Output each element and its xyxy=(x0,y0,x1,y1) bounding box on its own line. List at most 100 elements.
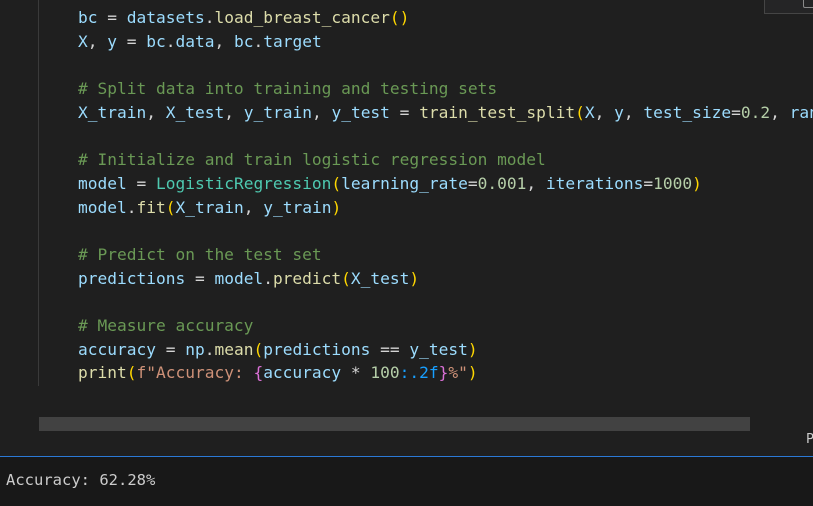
code-token: 100 xyxy=(370,363,400,383)
code-line-assign-xy[interactable]: X, y = bc.data, bc.target xyxy=(78,30,813,54)
code-token: , xyxy=(87,31,108,51)
code-line-comment-split[interactable]: # Split data into training and testing s… xyxy=(78,77,813,101)
code-token: = xyxy=(126,173,156,193)
code-line-predictions[interactable]: predictions = model.predict(X_test) xyxy=(78,267,813,291)
code-token: test_size xyxy=(643,102,732,122)
code-token: y xyxy=(107,31,117,51)
code-token: f"Accuracy: xyxy=(136,363,254,383)
code-token: y_test xyxy=(409,339,468,359)
indent-guide xyxy=(38,0,39,386)
code-token: , xyxy=(224,102,244,122)
code-line-comment-predict[interactable]: # Predict on the test set xyxy=(78,243,813,267)
code-token: . xyxy=(263,268,273,288)
code-token: y_train xyxy=(243,102,312,122)
code-token: bc xyxy=(233,31,254,51)
code-token: model xyxy=(214,268,264,288)
code-line-model-init[interactable]: model = LogisticRegression(learning_rate… xyxy=(78,172,813,196)
code-token: datasets xyxy=(126,8,205,27)
code-token: y xyxy=(614,102,624,122)
code-token: train_test_split xyxy=(419,102,576,122)
code-token: = xyxy=(185,268,215,288)
code-token: . xyxy=(204,339,215,359)
code-token: == xyxy=(370,339,410,359)
code-token: # Split data into training and testing s… xyxy=(78,79,498,99)
code-token: # Measure accuracy xyxy=(78,315,254,335)
code-line-load-dataset[interactable]: bc = datasets.load_breast_cancer() xyxy=(78,6,813,30)
horizontal-scrollbar[interactable] xyxy=(39,417,750,431)
output-text: Accuracy: 62.28% xyxy=(6,471,156,489)
code-token: accuracy xyxy=(78,339,156,359)
code-editor[interactable]: bc = datasets.load_breast_cancer() X, y =… xyxy=(0,0,813,456)
code-token: = xyxy=(97,8,127,27)
code-token: X xyxy=(584,102,595,122)
code-token: , xyxy=(243,197,264,217)
code-token: ) xyxy=(467,339,478,359)
code-token: LogisticRegression xyxy=(155,173,332,193)
code-line-blank-1[interactable] xyxy=(78,53,813,77)
side-panel-letter: P xyxy=(806,432,813,447)
code-token: data xyxy=(175,31,215,51)
code-line-print[interactable]: print(f"Accuracy: {accuracy * 100:.2f}%"… xyxy=(78,361,813,385)
code-token: . xyxy=(204,8,215,27)
code-token: X xyxy=(78,31,88,51)
code-token: %" xyxy=(448,363,468,383)
code-token: , xyxy=(526,173,546,193)
code-token: y_train xyxy=(263,197,332,217)
code-token: 0.001 xyxy=(477,173,527,193)
code-token: bc xyxy=(146,31,166,51)
code-token: model xyxy=(78,197,127,217)
code-token: X_train xyxy=(78,102,147,122)
code-token: bc xyxy=(78,8,98,27)
code-token: } xyxy=(438,363,449,383)
code-token: . xyxy=(165,31,176,51)
code-token: = xyxy=(389,102,420,122)
code-token: 0.2 xyxy=(740,102,771,122)
code-token: ) xyxy=(331,197,342,217)
code-line-train-test-split[interactable]: X_train, X_test, y_train, y_test = train… xyxy=(78,101,813,125)
code-token: ( xyxy=(341,268,351,288)
code-token: , xyxy=(311,102,332,122)
code-token: # Initialize and train logistic regressi… xyxy=(78,150,546,170)
code-token: iterations xyxy=(545,173,644,193)
code-lines[interactable]: bc = datasets.load_breast_cancer() X, y =… xyxy=(78,6,813,385)
code-token: ( xyxy=(331,173,342,193)
code-token: () xyxy=(389,8,410,27)
code-token: ) xyxy=(409,268,420,288)
code-token: , xyxy=(594,102,615,122)
code-line-model-fit[interactable]: model.fit(X_train, y_train) xyxy=(78,196,813,220)
code-token: y_test xyxy=(331,102,390,122)
output-panel: Accuracy: 62.28% xyxy=(0,456,813,506)
code-line-blank-2[interactable] xyxy=(78,124,813,148)
code-token: { xyxy=(253,363,264,383)
code-token: ) xyxy=(692,173,702,193)
code-token: # Predict on the test set xyxy=(78,244,322,264)
code-token: fit xyxy=(136,197,166,217)
code-token: = xyxy=(643,173,654,193)
code-token: 1000 xyxy=(653,173,693,193)
code-token: :.2f xyxy=(399,363,439,383)
code-line-comment-accuracy[interactable]: # Measure accuracy xyxy=(78,314,813,338)
code-line-comment-init[interactable]: # Initialize and train logistic regressi… xyxy=(78,148,813,172)
code-token: X_train xyxy=(175,197,244,217)
code-token: X_test xyxy=(165,102,225,122)
code-token: learning_rate xyxy=(341,173,468,193)
code-token: print xyxy=(78,363,127,383)
code-token: , xyxy=(214,31,234,51)
code-token: = xyxy=(731,102,741,122)
code-token: . xyxy=(253,31,264,51)
code-token: ) xyxy=(467,363,478,383)
code-token: , xyxy=(146,102,166,122)
code-token: , xyxy=(623,102,644,122)
code-token: load_breast_cancer xyxy=(214,8,390,27)
code-token: ( xyxy=(575,102,585,122)
code-token: = xyxy=(117,31,147,51)
code-token: , xyxy=(770,102,790,122)
code-token: X_test xyxy=(350,268,410,288)
code-token: accuracy xyxy=(263,363,342,383)
code-line-blank-3[interactable] xyxy=(78,219,813,243)
code-token: np xyxy=(185,339,205,359)
code-line-blank-4[interactable] xyxy=(78,290,813,314)
code-token: * xyxy=(341,363,371,383)
code-line-accuracy[interactable]: accuracy = np.mean(predictions == y_test… xyxy=(78,338,813,362)
code-token: rand xyxy=(789,102,813,122)
